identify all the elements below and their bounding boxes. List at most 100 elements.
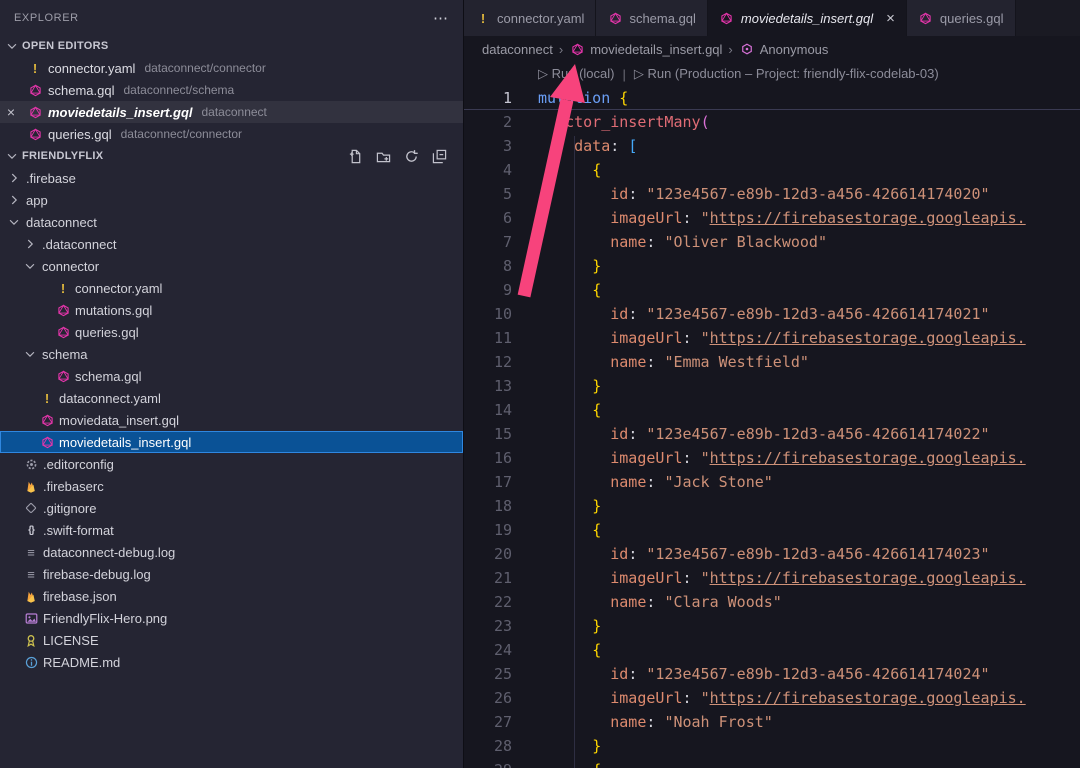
code-line-15[interactable]: 15 id: "123e4567-e89b-12d3-a456-42661417… [464,422,1080,446]
url-link[interactable]: https://firebasestorage.googleapis. [710,446,1026,470]
url-link[interactable]: https://firebasestorage.googleapis. [710,566,1026,590]
code-line-19[interactable]: 19 { [464,518,1080,542]
tab-moviedetails_insert.gql[interactable]: moviedetails_insert.gql× [708,0,907,36]
code-line-27[interactable]: 27 name: "Noah Frost" [464,710,1080,734]
close-tab-icon[interactable]: × [886,10,895,27]
tree-item-firebase.json[interactable]: firebase.json [0,585,463,607]
refresh-icon[interactable] [403,148,419,164]
new-folder-icon[interactable] [375,148,391,164]
tree-item-.gitignore[interactable]: .gitignore [0,497,463,519]
code-line-18[interactable]: 18 } [464,494,1080,518]
code-line-24[interactable]: 24 { [464,638,1080,662]
tree-item-connector[interactable]: connector [0,255,463,277]
code-line-8[interactable]: 8 } [464,254,1080,278]
tree-item-.editorconfig[interactable]: .editorconfig [0,453,463,475]
line-number[interactable]: 22 [464,590,512,614]
code-line-26[interactable]: 26 imageUrl: "https://firebasestorage.go… [464,686,1080,710]
code-line-20[interactable]: 20 id: "123e4567-e89b-12d3-a456-42661417… [464,542,1080,566]
url-link[interactable]: https://firebasestorage.googleapis. [710,686,1026,710]
line-number[interactable]: 23 [464,614,512,638]
line-number[interactable]: 4 [464,158,512,182]
line-number[interactable]: 12 [464,350,512,374]
line-number[interactable]: 8 [464,254,512,278]
line-number[interactable]: 19 [464,518,512,542]
breadcrumb-item-Anonymous[interactable]: Anonymous [739,41,829,57]
line-number[interactable]: 28 [464,734,512,758]
code-line-3[interactable]: 3 data: [ [464,134,1080,158]
code-line-22[interactable]: 22 name: "Clara Woods" [464,590,1080,614]
line-number[interactable]: 29 [464,758,512,768]
line-number[interactable]: 3 [464,134,512,158]
code-line-7[interactable]: 7 name: "Oliver Blackwood" [464,230,1080,254]
tree-item-dataconnect-debug.log[interactable]: ≡dataconnect-debug.log [0,541,463,563]
url-link[interactable]: https://firebasestorage.googleapis. [710,326,1026,350]
open-editor-schema.gql[interactable]: schema.gqldataconnect/schema [0,79,463,101]
line-number[interactable]: 1 [464,86,512,109]
code-line-12[interactable]: 12 name: "Emma Westfield" [464,350,1080,374]
code-line-11[interactable]: 11 imageUrl: "https://firebasestorage.go… [464,326,1080,350]
tree-item-.firebase[interactable]: .firebase [0,167,463,189]
line-number[interactable]: 13 [464,374,512,398]
tab-connector.yaml[interactable]: !connector.yaml [464,0,596,36]
line-number[interactable]: 25 [464,662,512,686]
tree-item-.swift-format[interactable]: {}.swift-format [0,519,463,541]
code-line-6[interactable]: 6 imageUrl: "https://firebasestorage.goo… [464,206,1080,230]
url-link[interactable]: https://firebasestorage.googleapis. [710,206,1026,230]
workspace-header[interactable]: FRIENDLYFLIX [0,145,463,167]
tree-item-schema[interactable]: schema [0,343,463,365]
tree-item-queries.gql[interactable]: queries.gql [0,321,463,343]
tree-item-dataconnect[interactable]: dataconnect [0,211,463,233]
line-number[interactable]: 15 [464,422,512,446]
tree-item-app[interactable]: app [0,189,463,211]
code-line-23[interactable]: 23 } [464,614,1080,638]
line-number[interactable]: 5 [464,182,512,206]
code-line-1[interactable]: 1mutation { [464,86,1080,110]
line-number[interactable]: 11 [464,326,512,350]
code-line-29[interactable]: 29 { [464,758,1080,768]
tree-item-FriendlyFlix-Hero.png[interactable]: FriendlyFlix-Hero.png [0,607,463,629]
line-number[interactable]: 18 [464,494,512,518]
code-line-21[interactable]: 21 imageUrl: "https://firebasestorage.go… [464,566,1080,590]
code-editor[interactable]: 1mutation {2 actor_insertMany(3 data: [4… [464,86,1080,768]
line-number[interactable]: 6 [464,206,512,230]
open-editors-header[interactable]: OPEN EDITORS [0,35,463,57]
code-line-4[interactable]: 4 { [464,158,1080,182]
code-line-10[interactable]: 10 id: "123e4567-e89b-12d3-a456-42661417… [464,302,1080,326]
open-editor-queries.gql[interactable]: queries.gqldataconnect/connector [0,123,463,145]
code-line-14[interactable]: 14 { [464,398,1080,422]
run-production-link[interactable]: ▷ Run (Production – Project: friendly-fl… [634,66,939,82]
tree-item-moviedetails_insert.gql[interactable]: moviedetails_insert.gql [0,431,463,453]
code-line-25[interactable]: 25 id: "123e4567-e89b-12d3-a456-42661417… [464,662,1080,686]
tree-item-README.md[interactable]: README.md [0,651,463,673]
breadcrumb-item-dataconnect[interactable]: dataconnect [482,42,553,57]
tree-item-.dataconnect[interactable]: .dataconnect [0,233,463,255]
code-line-17[interactable]: 17 name: "Jack Stone" [464,470,1080,494]
open-editor-moviedetails_insert.gql[interactable]: ×moviedetails_insert.gqldataconnect [0,101,463,123]
line-number[interactable]: 21 [464,566,512,590]
line-number[interactable]: 16 [464,446,512,470]
tree-item-firebase-debug.log[interactable]: ≡firebase-debug.log [0,563,463,585]
line-number[interactable]: 10 [464,302,512,326]
tab-schema.gql[interactable]: schema.gql [596,0,707,36]
new-file-icon[interactable] [347,148,363,164]
code-line-9[interactable]: 9 { [464,278,1080,302]
line-number[interactable]: 27 [464,710,512,734]
tree-item-connector.yaml[interactable]: !connector.yaml [0,277,463,299]
breadcrumb-item-moviedetails_insert.gql[interactable]: moviedetails_insert.gql [569,41,722,57]
open-editor-connector.yaml[interactable]: !connector.yamldataconnect/connector [0,57,463,79]
line-number[interactable]: 24 [464,638,512,662]
tree-item-dataconnect.yaml[interactable]: !dataconnect.yaml [0,387,463,409]
code-line-16[interactable]: 16 imageUrl: "https://firebasestorage.go… [464,446,1080,470]
code-line-5[interactable]: 5 id: "123e4567-e89b-12d3-a456-426614174… [464,182,1080,206]
line-number[interactable]: 26 [464,686,512,710]
line-number[interactable]: 17 [464,470,512,494]
tab-queries.gql[interactable]: queries.gql [907,0,1016,36]
line-number[interactable]: 2 [464,110,512,134]
run-local-link[interactable]: ▷ Run (local) [538,66,614,82]
line-number[interactable]: 20 [464,542,512,566]
code-line-28[interactable]: 28 } [464,734,1080,758]
tree-item-moviedata_insert.gql[interactable]: moviedata_insert.gql [0,409,463,431]
code-line-13[interactable]: 13 } [464,374,1080,398]
tree-item-mutations.gql[interactable]: mutations.gql [0,299,463,321]
close-editor-icon[interactable]: × [0,104,22,120]
